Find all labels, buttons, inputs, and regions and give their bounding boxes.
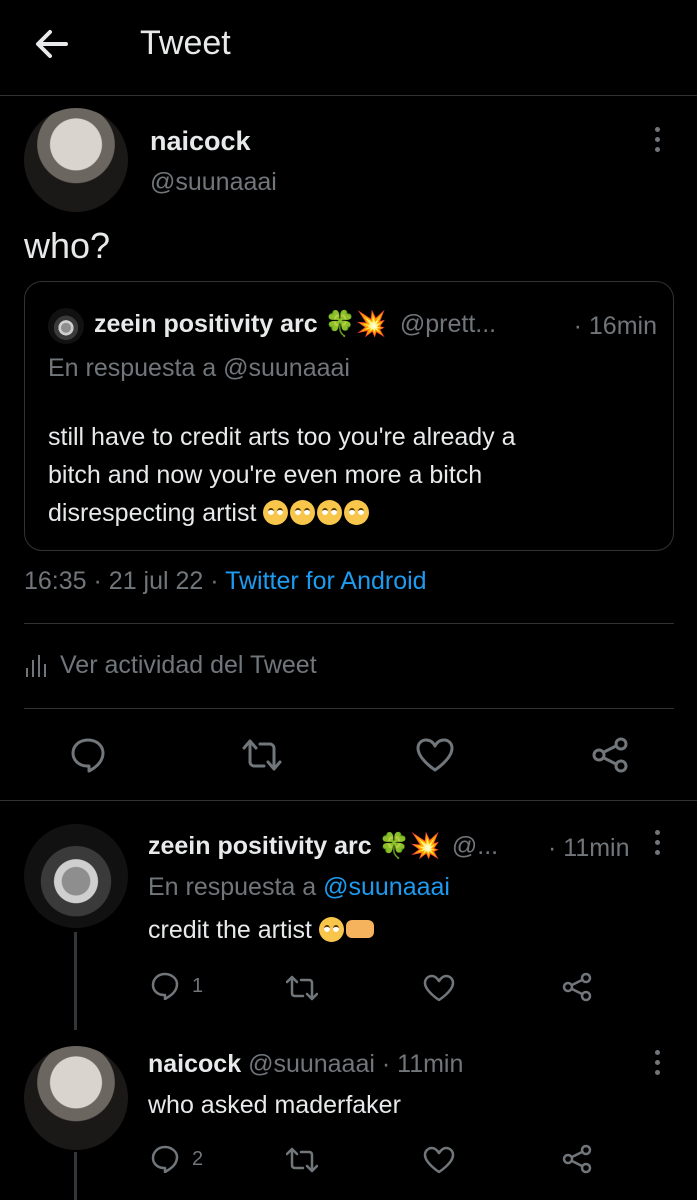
- retweet-icon[interactable]: [286, 974, 318, 1002]
- reply-author-handle[interactable]: @...: [452, 832, 498, 860]
- reply-text-content: credit the artist: [148, 916, 312, 944]
- reply-text: credit the artist: [148, 916, 376, 945]
- quoted-tweet-card[interactable]: zeein positivity arc 🍀💥 @prett... · 16mi…: [24, 281, 674, 551]
- reply-icon[interactable]: [66, 735, 110, 775]
- top-bar: Tweet: [0, 0, 697, 96]
- like-heart-icon[interactable]: [423, 1146, 455, 1174]
- eye-roll-emoji: [344, 500, 370, 525]
- tweet-date: 21 jul 22: [108, 567, 204, 595]
- quote-time: · 16min: [573, 312, 657, 340]
- tweet-text: who?: [24, 225, 111, 266]
- thread-connector: [74, 1152, 77, 1200]
- quote-header: zeein positivity arc 🍀💥 @prett...: [94, 310, 496, 339]
- reply-action[interactable]: 1: [150, 972, 203, 1000]
- reply-action[interactable]: 2: [150, 1145, 203, 1173]
- collision-emoji: 💥: [409, 832, 441, 860]
- back-arrow-icon[interactable]: [32, 26, 72, 62]
- reply-time: · 11min: [381, 1050, 464, 1078]
- reply-count: 2: [192, 1147, 204, 1170]
- reply-prefix: En respuesta a: [48, 354, 217, 382]
- reply-header: naicock @suunaaai · 11min: [148, 1050, 463, 1079]
- more-options-icon[interactable]: [652, 830, 662, 860]
- divider: [24, 708, 674, 709]
- quote-author-handle[interactable]: @prett...: [400, 310, 496, 338]
- page-title: Tweet: [140, 24, 231, 62]
- thread-connector: [74, 932, 77, 1030]
- reply-author-handle[interactable]: @suunaaai: [248, 1050, 375, 1078]
- quote-avatar[interactable]: [48, 308, 84, 344]
- reply-author-name[interactable]: naicock: [148, 1050, 241, 1078]
- author-handle[interactable]: @suunaaai: [150, 168, 277, 197]
- tweet-time: 16:35: [24, 567, 87, 595]
- bar-chart-icon: [24, 654, 46, 678]
- quote-author-name[interactable]: zeein positivity arc: [94, 310, 318, 338]
- clover-emoji: 🍀: [378, 832, 410, 860]
- quote-text-line: disrespecting artist: [48, 494, 516, 532]
- clover-emoji: 🍀: [324, 310, 356, 338]
- separator: ·: [93, 567, 102, 595]
- reply-handle[interactable]: @suunaaai: [323, 873, 450, 901]
- eye-roll-emoji: [290, 500, 316, 525]
- quote-text: still have to credit arts too you're alr…: [48, 418, 516, 532]
- reply-icon: [150, 972, 180, 1000]
- more-options-icon[interactable]: [652, 127, 662, 157]
- quote-text-line: still have to credit arts too you're alr…: [48, 423, 516, 451]
- eye-roll-emoji: [317, 500, 343, 525]
- quote-text-line: bitch and now you're even more a bitch: [48, 461, 483, 489]
- share-icon[interactable]: [561, 1144, 593, 1174]
- share-icon[interactable]: [588, 735, 632, 775]
- eye-roll-emoji: [263, 500, 289, 525]
- share-icon[interactable]: [561, 972, 593, 1002]
- retweet-icon[interactable]: [286, 1146, 318, 1174]
- reply-prefix: En respuesta a: [148, 873, 317, 901]
- retweet-icon[interactable]: [240, 735, 284, 775]
- reply-handle[interactable]: @suunaaai: [223, 354, 350, 382]
- collision-emoji: 💥: [355, 310, 387, 338]
- divider: [0, 800, 697, 801]
- divider: [24, 623, 674, 624]
- handshake-emoji: [345, 920, 374, 938]
- author-name[interactable]: naicock: [150, 126, 251, 157]
- quote-text-line-text: disrespecting artist: [48, 499, 257, 527]
- quote-reply-context: En respuesta a @suunaaai: [48, 354, 350, 383]
- avatar[interactable]: [24, 824, 128, 928]
- like-heart-icon[interactable]: [413, 735, 457, 775]
- reply-context: En respuesta a @suunaaai: [148, 873, 450, 902]
- tweet-meta: 16:35 · 21 jul 22 · Twitter for Android: [24, 567, 427, 596]
- tweet-source-link[interactable]: Twitter for Android: [225, 567, 426, 595]
- eye-roll-emoji: [318, 917, 344, 942]
- reply-text: who asked maderfaker: [148, 1091, 401, 1119]
- more-options-icon[interactable]: [652, 1050, 662, 1080]
- activity-label: Ver actividad del Tweet: [60, 651, 317, 679]
- reply-time: · 11min: [548, 834, 630, 862]
- avatar[interactable]: [24, 108, 128, 212]
- reply-author-name[interactable]: zeein positivity arc: [148, 832, 372, 860]
- tweet-activity-link[interactable]: Ver actividad del Tweet: [24, 651, 317, 680]
- avatar[interactable]: [24, 1046, 128, 1150]
- separator: ·: [210, 567, 219, 595]
- reply-icon: [150, 1145, 180, 1173]
- reply-header: zeein positivity arc 🍀💥 @...: [148, 832, 498, 861]
- reply-count: 1: [192, 974, 204, 997]
- like-heart-icon[interactable]: [423, 974, 455, 1002]
